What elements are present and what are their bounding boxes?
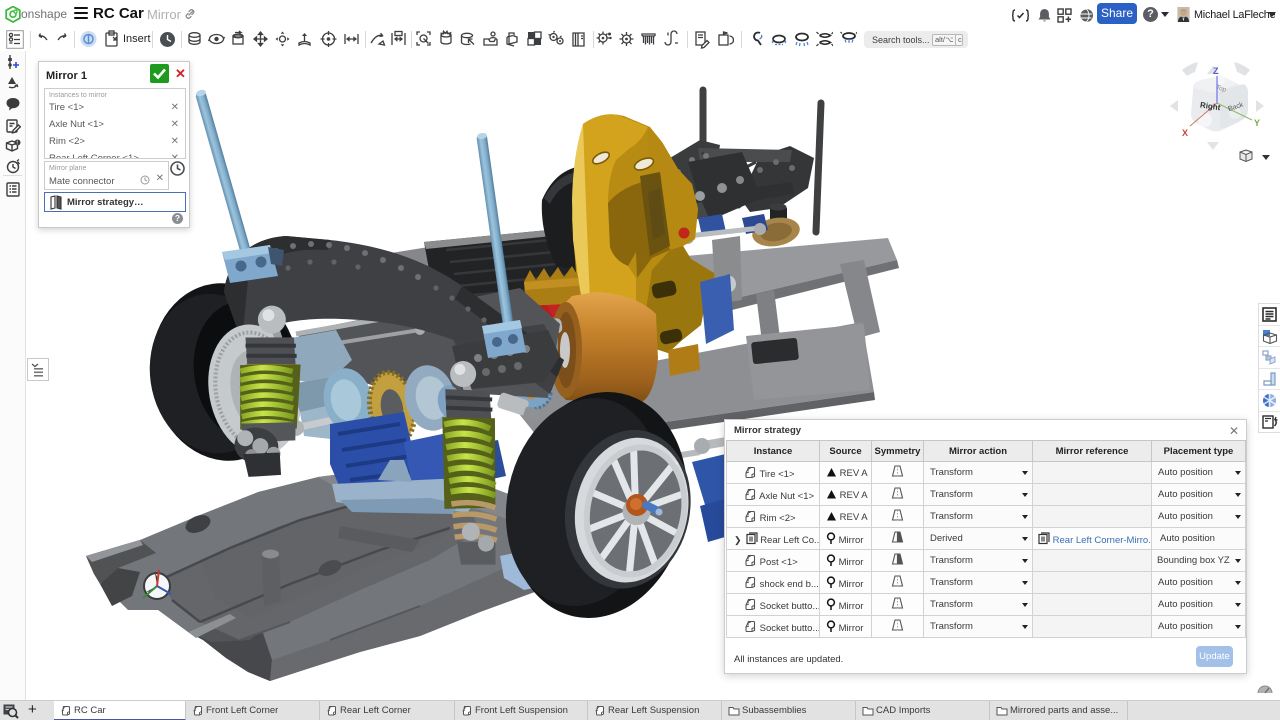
svg-text:X: X bbox=[1182, 128, 1188, 138]
svg-text:Z: Z bbox=[1213, 66, 1219, 76]
svg-text:Y: Y bbox=[1254, 118, 1260, 128]
